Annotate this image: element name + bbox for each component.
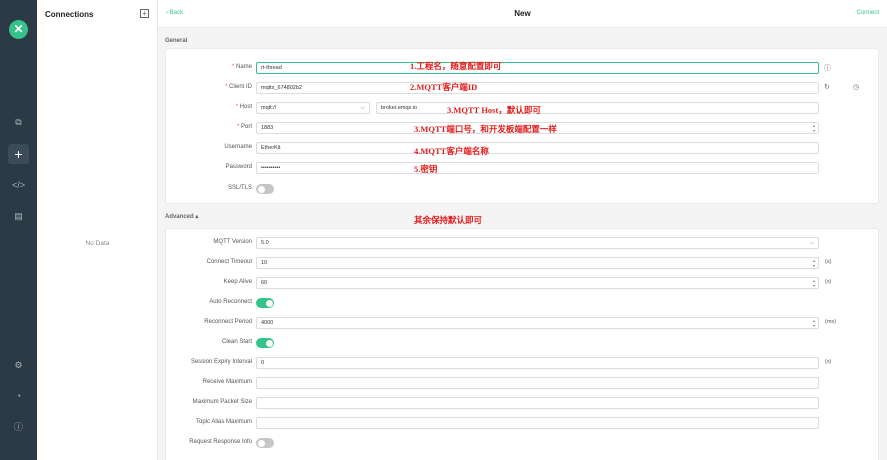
chevron-down-icon: ⌵ [809, 240, 814, 246]
reconnect-period-unit: (ms) [825, 319, 836, 325]
client-id-label: Client ID [228, 84, 252, 90]
info-icon[interactable]: ⓘ [8, 417, 29, 437]
request-response-label: Request Response Info [189, 439, 252, 445]
auto-reconnect-label: Auto Reconnect [209, 299, 252, 305]
plus-icon[interactable]: + [8, 144, 29, 164]
port-value: 1883 [261, 125, 274, 131]
port-stepper[interactable]: ▴ ▾ [811, 123, 817, 133]
max-packet-label: Maximum Packet Size [192, 399, 252, 405]
clock-icon[interactable]: ◷ [853, 83, 859, 91]
page-title: New [514, 9, 531, 18]
clean-start-toggle[interactable] [256, 338, 274, 348]
auto-reconnect-row: Auto Reconnect [166, 297, 880, 309]
topic-alias-label: Topic Alias Maximum [195, 419, 252, 425]
clean-start-label: Clean Start [221, 339, 252, 345]
topic-alias-row: Topic Alias Maximum [166, 417, 880, 429]
clean-start-row: Clean Start [166, 337, 880, 349]
session-expiry-label: Session Expiry Interval [190, 359, 252, 365]
client-id-row: * Client ID mqttx_674802b2 ↻ ◷ [166, 82, 880, 94]
max-packet-row: Maximum Packet Size [166, 397, 880, 409]
mqtt-version-row: MQTT Version 5.0 ⌵ [166, 237, 880, 249]
topic-alias-input[interactable] [256, 417, 819, 429]
mqtt-version-select[interactable]: 5.0 ⌵ [256, 237, 819, 249]
username-input[interactable]: EtherKit [256, 142, 819, 154]
no-data-text: No Data [85, 240, 110, 247]
keep-alive-label: Keep Alive [223, 279, 252, 285]
copy-icon[interactable]: ⧉ [8, 112, 29, 132]
reconnect-period-stepper[interactable]: ▴ ▾ [811, 318, 817, 328]
session-expiry-row: Session Expiry Interval 0 (s) [166, 357, 880, 369]
subscribe-icon[interactable]: ◔ [8, 386, 29, 406]
ssl-row: SSL/TLS [166, 183, 880, 195]
info-icon: ⓘ [824, 65, 831, 72]
connect-timeout-label: Connect Timeout [206, 259, 252, 265]
host-input[interactable]: broker.emqx.io [376, 102, 819, 114]
protocol-select[interactable]: mqtt:// ⌵ [256, 102, 370, 114]
mqttx-logo-icon: ✕ [9, 20, 28, 39]
advanced-section-label[interactable]: Advanced ▴ [165, 213, 198, 220]
password-row: Password •••••••••• [166, 162, 880, 174]
general-section-label: General [165, 38, 188, 44]
max-packet-input[interactable] [256, 397, 819, 409]
annotation-defaults: 其余保持默认即可 [414, 215, 483, 225]
nav-rail: ✕ ⧉ + </> ▤ ⚙ ◔ ⓘ [0, 0, 37, 460]
refresh-icon[interactable]: ↻ [824, 83, 830, 91]
username-row: Username EtherKit [166, 142, 880, 154]
auto-reconnect-toggle[interactable] [256, 298, 274, 308]
connect-timeout-row: Connect Timeout 10 ▴ ▾ (s) [166, 257, 880, 269]
mqtt-version-value: 5.0 [261, 240, 269, 246]
connections-title: Connections [45, 10, 94, 19]
annotation-name: 1.工程名，随意配置即可 [410, 61, 502, 71]
chevron-down-icon: ⌵ [360, 105, 365, 111]
password-label: Password [225, 164, 252, 170]
receive-max-input[interactable] [256, 377, 819, 389]
reconnect-period-value: 4000 [261, 320, 274, 326]
username-label: Username [224, 144, 252, 150]
mqtt-version-label: MQTT Version [213, 239, 252, 245]
name-row: * Name rt-thread ⓘ [231, 62, 831, 74]
connections-panel: Connections + No Data [37, 0, 158, 460]
client-id-input[interactable]: mqttx_674802b2 [256, 82, 819, 94]
new-connection-form: ‹ Back New Connect General * Name rt-thr… [158, 0, 887, 460]
code-icon[interactable]: </> [8, 175, 29, 195]
host-label: Host [239, 104, 252, 110]
advanced-card: MQTT Version 5.0 ⌵ Connect Timeout 10 ▴ ▾ (… [165, 228, 879, 460]
connect-timeout-unit: (s) [825, 259, 832, 265]
keep-alive-unit: (s) [825, 279, 832, 285]
keep-alive-stepper[interactable]: ▴ ▾ [811, 278, 817, 288]
log-icon[interactable]: ▤ [8, 206, 29, 226]
keep-alive-input[interactable]: 60 ▴ ▾ [256, 277, 819, 289]
request-response-row: Request Response Info [166, 437, 880, 449]
connect-timeout-input[interactable]: 10 ▴ ▾ [256, 257, 819, 269]
password-input[interactable]: •••••••••• [256, 162, 819, 174]
name-label: Name [235, 64, 252, 70]
settings-icon[interactable]: ⚙ [8, 355, 29, 375]
protocol-value: mqtt:// [261, 105, 277, 111]
keep-alive-value: 60 [261, 280, 268, 286]
reconnect-period-input[interactable]: 4000 ▴ ▾ [256, 317, 819, 329]
annotation-username: 4.MQTT客户端名称 [414, 146, 489, 156]
port-label: Port [240, 124, 252, 130]
connect-button[interactable]: Connect [857, 10, 879, 16]
session-expiry-input[interactable]: 0 [256, 357, 819, 369]
reconnect-period-label: Reconnect Period [204, 319, 252, 325]
receive-max-row: Receive Maximum [166, 377, 880, 389]
add-connection-icon[interactable]: + [140, 9, 149, 18]
ssl-label: SSL/TLS [227, 185, 252, 191]
connect-timeout-value: 10 [261, 260, 268, 266]
header: ‹ Back New Connect [158, 0, 887, 28]
request-response-toggle[interactable] [256, 438, 274, 448]
connect-timeout-stepper[interactable]: ▴ ▾ [811, 258, 817, 268]
reconnect-period-row: Reconnect Period 4000 ▴ ▾ (ms) [166, 317, 880, 329]
keep-alive-row: Keep Alive 60 ▴ ▾ (s) [166, 277, 880, 289]
receive-max-label: Receive Maximum [202, 379, 252, 385]
annotation-host: 3.MQTT Host，默认即可 [447, 105, 541, 115]
annotation-port: 3.MQTT端口号，和开发板端配置一样 [414, 124, 557, 134]
annotation-password: 5.密钥 [414, 164, 438, 174]
annotation-client-id: 2.MQTT客户端ID [410, 82, 478, 92]
name-input[interactable]: rt-thread [256, 62, 819, 74]
session-expiry-unit: (s) [825, 359, 832, 365]
ssl-toggle[interactable] [256, 184, 274, 194]
